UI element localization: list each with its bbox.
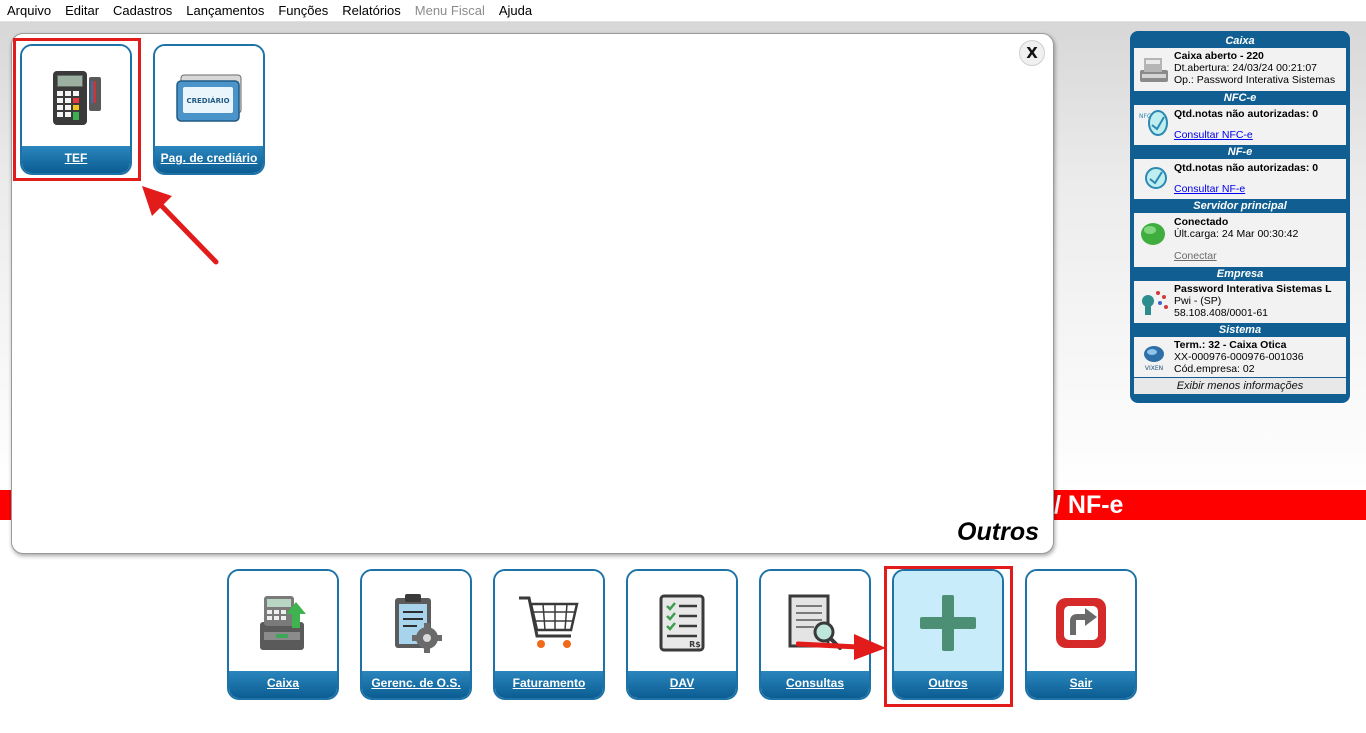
empresa-name: Password Interativa Sistemas L xyxy=(1174,283,1332,295)
faturamento-button[interactable]: Faturamento xyxy=(493,569,605,700)
nfe-pending: Qtd.notas não autorizadas: 0 xyxy=(1174,162,1319,174)
exit-icon xyxy=(1056,598,1106,648)
nfce-section: NFC Qtd.notas não autorizadas: 0 Consult… xyxy=(1134,105,1346,145)
toggle-info-button[interactable]: Exibir menos informações xyxy=(1134,378,1346,394)
sistema-terminal: Term.: 32 - Caixa Otica xyxy=(1174,339,1287,351)
caixa-operator: Op.: Password Interativa Sistemas xyxy=(1174,74,1336,86)
menu-cadastros[interactable]: Cadastros xyxy=(113,3,172,18)
info-panel: Caixa Caixa aberto - 220 Dt.abertura: 24… xyxy=(1130,31,1350,403)
vixen-logo-icon: VIXEN xyxy=(1144,346,1164,372)
faturamento-label: Faturamento xyxy=(495,671,603,698)
sair-label: Sair xyxy=(1027,671,1135,698)
clipboard-gear-icon xyxy=(395,594,442,653)
shopping-cart-icon xyxy=(519,596,579,648)
sistema-section: VIXEN Term.: 32 - Caixa Otica XX-000976-… xyxy=(1134,337,1346,377)
panel-title: Outros xyxy=(957,518,1039,546)
menu-funcoes[interactable]: Funções xyxy=(278,3,328,18)
tef-highlight xyxy=(13,38,141,181)
sair-icon-area xyxy=(1027,571,1135,675)
nfce-pending: Qtd.notas não autorizadas: 0 xyxy=(1174,108,1319,120)
menu-ajuda[interactable]: Ajuda xyxy=(499,3,532,18)
dav-label: DAV xyxy=(628,671,736,698)
empresa-cnpj: 58.108.408/0001-61 xyxy=(1174,307,1269,319)
company-logo-icon xyxy=(1142,291,1168,315)
menu-lancamentos[interactable]: Lançamentos xyxy=(186,3,264,18)
empresa-location: Pwi - (SP) xyxy=(1174,295,1222,307)
nfce-header: NFC-e xyxy=(1223,92,1257,104)
consultar-nfce-link[interactable]: Consultar NFC-e xyxy=(1174,129,1344,141)
close-icon: X xyxy=(1026,44,1038,62)
server-header: Servidor principal xyxy=(1193,200,1287,212)
caixa-label: Caixa xyxy=(229,671,337,698)
gerenc-os-button[interactable]: Gerenc. de O.S. xyxy=(360,569,472,700)
server-section: Conectado Últ.carga: 24 Mar 00:30:42 Con… xyxy=(1134,213,1346,267)
sair-button[interactable]: Sair xyxy=(1025,569,1137,700)
crediario-card-text: CREDIÁRIO xyxy=(186,96,229,105)
menu-bar: Arquivo Editar Cadastros Lançamentos Fun… xyxy=(0,0,1366,22)
cash-register-small-icon xyxy=(1140,58,1168,82)
consultas-label: Consultas xyxy=(761,671,869,698)
menu-menu-fiscal: Menu Fiscal xyxy=(414,3,485,18)
status-connected-icon xyxy=(1141,223,1165,245)
dav-icon-area: R$ xyxy=(628,571,736,675)
pag-crediario-button[interactable]: CREDIÁRIO Pag. de crediário xyxy=(153,44,265,175)
dav-button[interactable]: R$ DAV xyxy=(626,569,738,700)
sistema-serial: XX-000976-000976-001036 xyxy=(1174,351,1304,363)
nfe-header: NF-e xyxy=(1227,146,1253,158)
crediario-card-icon: CREDIÁRIO xyxy=(176,74,242,122)
gerenc-os-icon-area xyxy=(362,571,470,675)
crediario-icon-area: CREDIÁRIO xyxy=(155,46,263,150)
server-status: Conectado xyxy=(1174,216,1229,228)
vixen-logo-text: VIXEN xyxy=(1145,365,1163,372)
nfce-icon: NFC xyxy=(1139,110,1168,136)
sistema-company-code: Cód.empresa: 02 xyxy=(1174,363,1255,375)
banner-text: / NF-e xyxy=(1054,491,1124,519)
empresa-section: Password Interativa Sistemas L Pwi - (SP… xyxy=(1134,281,1346,323)
svg-text:NFC: NFC xyxy=(1139,113,1151,120)
caixa-section: Caixa aberto - 220 Dt.abertura: 24/03/24… xyxy=(1134,48,1346,91)
gerenc-os-label: Gerenc. de O.S. xyxy=(362,671,470,698)
nfe-section: Qtd.notas não autorizadas: 0 Consultar N… xyxy=(1134,159,1346,199)
caixa-opening: Dt.abertura: 24/03/24 00:21:07 xyxy=(1174,62,1318,74)
caixa-icon-area xyxy=(229,571,337,675)
cash-register-icon xyxy=(260,596,306,650)
caixa-status: Caixa aberto - 220 xyxy=(1174,50,1264,62)
dav-badge: R$ xyxy=(689,640,701,649)
close-button[interactable]: X xyxy=(1019,40,1045,66)
menu-editar[interactable]: Editar xyxy=(65,3,99,18)
faturamento-icon-area xyxy=(495,571,603,675)
arrow-to-outros-icon xyxy=(796,634,886,660)
empresa-header: Empresa xyxy=(1216,268,1264,280)
conectar-link[interactable]: Conectar xyxy=(1174,250,1344,262)
server-last-load: Últ.carga: 24 Mar 00:30:42 xyxy=(1174,228,1299,240)
menu-relatorios[interactable]: Relatórios xyxy=(342,3,401,18)
menu-arquivo[interactable]: Arquivo xyxy=(7,3,51,18)
sistema-header: Sistema xyxy=(1218,324,1262,336)
pag-crediario-label: Pag. de crediário xyxy=(155,146,263,173)
outros-highlight xyxy=(884,566,1013,707)
outros-panel: X TEF CREDIÁRIO Pag. de crediário Outros xyxy=(11,33,1054,554)
consultar-nfe-link[interactable]: Consultar NF-e xyxy=(1174,183,1344,195)
caixa-button[interactable]: Caixa xyxy=(227,569,339,700)
caixa-header: Caixa xyxy=(1225,35,1255,47)
arrow-to-tef-icon xyxy=(142,186,219,265)
nfe-icon xyxy=(1145,167,1167,189)
checklist-icon: R$ xyxy=(659,594,705,652)
